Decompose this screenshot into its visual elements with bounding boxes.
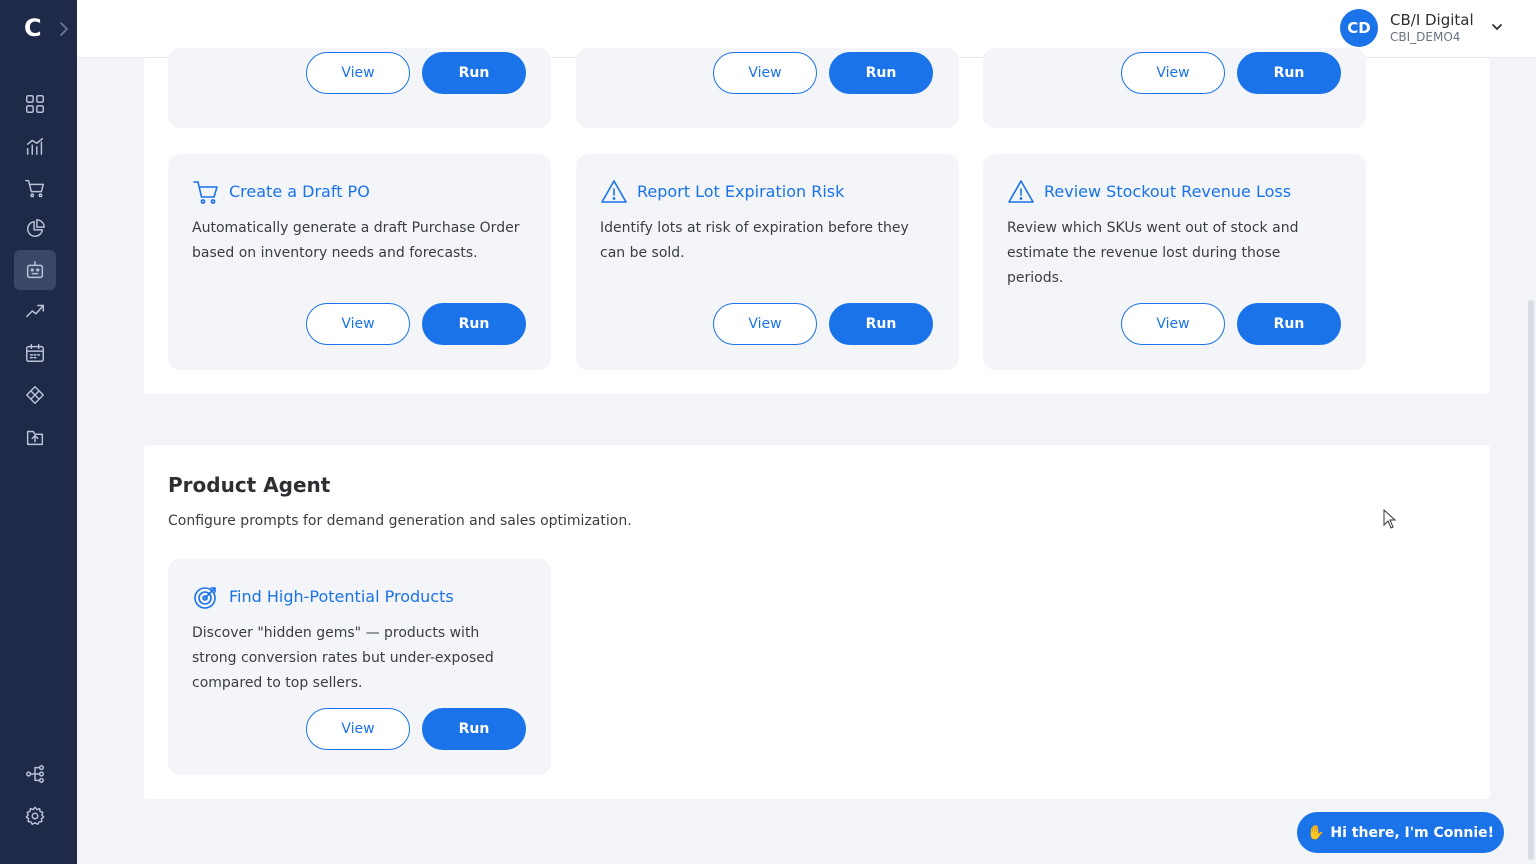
- app-logo[interactable]: C: [24, 14, 42, 42]
- avatar[interactable]: CD: [1340, 9, 1378, 47]
- cart-icon: [25, 179, 44, 198]
- section-description: Configure prompts for demand generation …: [168, 513, 632, 529]
- view-button[interactable]: View: [713, 303, 817, 345]
- warning-icon: [601, 180, 627, 203]
- card-title[interactable]: Create a Draft PO: [229, 182, 370, 201]
- nav-agents[interactable]: [14, 250, 56, 290]
- run-button[interactable]: Run: [829, 52, 933, 94]
- run-button[interactable]: Run: [422, 708, 526, 750]
- run-button[interactable]: Run: [1237, 303, 1341, 345]
- grid-icon: [26, 95, 44, 113]
- product-agent-panel: Product Agent Configure prompts for dema…: [144, 445, 1490, 799]
- prompt-card-high-potential: Find High-Potential Products Discover "h…: [168, 559, 551, 775]
- nav-settings[interactable]: [14, 796, 56, 836]
- view-button[interactable]: View: [1121, 52, 1225, 94]
- nav-calendar[interactable]: [14, 333, 56, 373]
- chat-launcher-label: Hi there, I'm Connie!: [1330, 824, 1495, 841]
- prompt-card-stockout: Review Stockout Revenue Loss Review whic…: [983, 154, 1366, 370]
- trend-icon: [26, 304, 44, 318]
- run-button[interactable]: Run: [422, 52, 526, 94]
- prompt-card-draft-po: Create a Draft PO Automatically generate…: [168, 154, 551, 370]
- mouse-cursor-icon: [1383, 509, 1397, 529]
- view-button[interactable]: View: [306, 52, 410, 94]
- inventory-agent-panel: View Run View Run View Run Create a Draf…: [144, 48, 1490, 394]
- view-button[interactable]: View: [306, 708, 410, 750]
- run-button[interactable]: Run: [829, 303, 933, 345]
- section-title: Product Agent: [168, 473, 331, 497]
- nav-workflows[interactable]: [14, 754, 56, 794]
- nav-integrations[interactable]: [14, 375, 56, 415]
- chat-launcher-button[interactable]: ✋ Hi there, I'm Connie!: [1297, 812, 1504, 853]
- card-title[interactable]: Review Stockout Revenue Loss: [1044, 182, 1291, 201]
- expand-sidebar-icon[interactable]: [57, 20, 71, 38]
- gear-icon: [25, 806, 45, 825]
- view-button[interactable]: View: [306, 303, 410, 345]
- nav-orders[interactable]: [14, 168, 56, 208]
- upload-icon: [26, 430, 44, 446]
- view-button[interactable]: View: [1121, 303, 1225, 345]
- warning-icon: [1008, 180, 1034, 203]
- card-description: Automatically generate a draft Purchase …: [192, 220, 520, 261]
- prompt-card: View Run: [168, 48, 551, 128]
- nav-trends[interactable]: [14, 291, 56, 331]
- org-code: CBI_DEMO4: [1390, 30, 1461, 44]
- cart-icon: [193, 181, 218, 204]
- target-icon: [194, 587, 216, 609]
- org-name[interactable]: CB/I Digital: [1390, 11, 1474, 29]
- sidebar: C: [0, 0, 77, 864]
- prompt-card: View Run: [983, 48, 1366, 128]
- diamond-icon: [26, 386, 44, 404]
- run-button[interactable]: Run: [422, 303, 526, 345]
- nav-dashboard[interactable]: [14, 84, 56, 124]
- chevron-down-icon[interactable]: [1490, 20, 1504, 34]
- run-button[interactable]: Run: [1237, 52, 1341, 94]
- nav-upload[interactable]: [14, 417, 56, 457]
- workflow-icon: [26, 765, 44, 783]
- calendar-icon: [26, 344, 44, 362]
- card-description: Identify lots at risk of expiration befo…: [600, 220, 909, 261]
- prompt-card-lot-expiration: Report Lot Expiration Risk Identify lots…: [576, 154, 959, 370]
- prompt-card: View Run: [576, 48, 959, 128]
- pie-chart-icon: [27, 219, 45, 237]
- card-description: Discover "hidden gems" — products with s…: [192, 625, 494, 691]
- view-button[interactable]: View: [713, 52, 817, 94]
- analytics-icon: [26, 137, 44, 155]
- nav-analytics[interactable]: [14, 126, 56, 166]
- nav-reports[interactable]: [14, 209, 56, 249]
- wave-icon: ✋: [1306, 824, 1325, 841]
- card-title[interactable]: Report Lot Expiration Risk: [637, 182, 844, 201]
- card-title[interactable]: Find High-Potential Products: [229, 587, 454, 606]
- card-description: Review which SKUs went out of stock and …: [1007, 220, 1299, 286]
- robot-icon: [26, 261, 44, 279]
- page-scrollbar[interactable]: [1528, 300, 1534, 860]
